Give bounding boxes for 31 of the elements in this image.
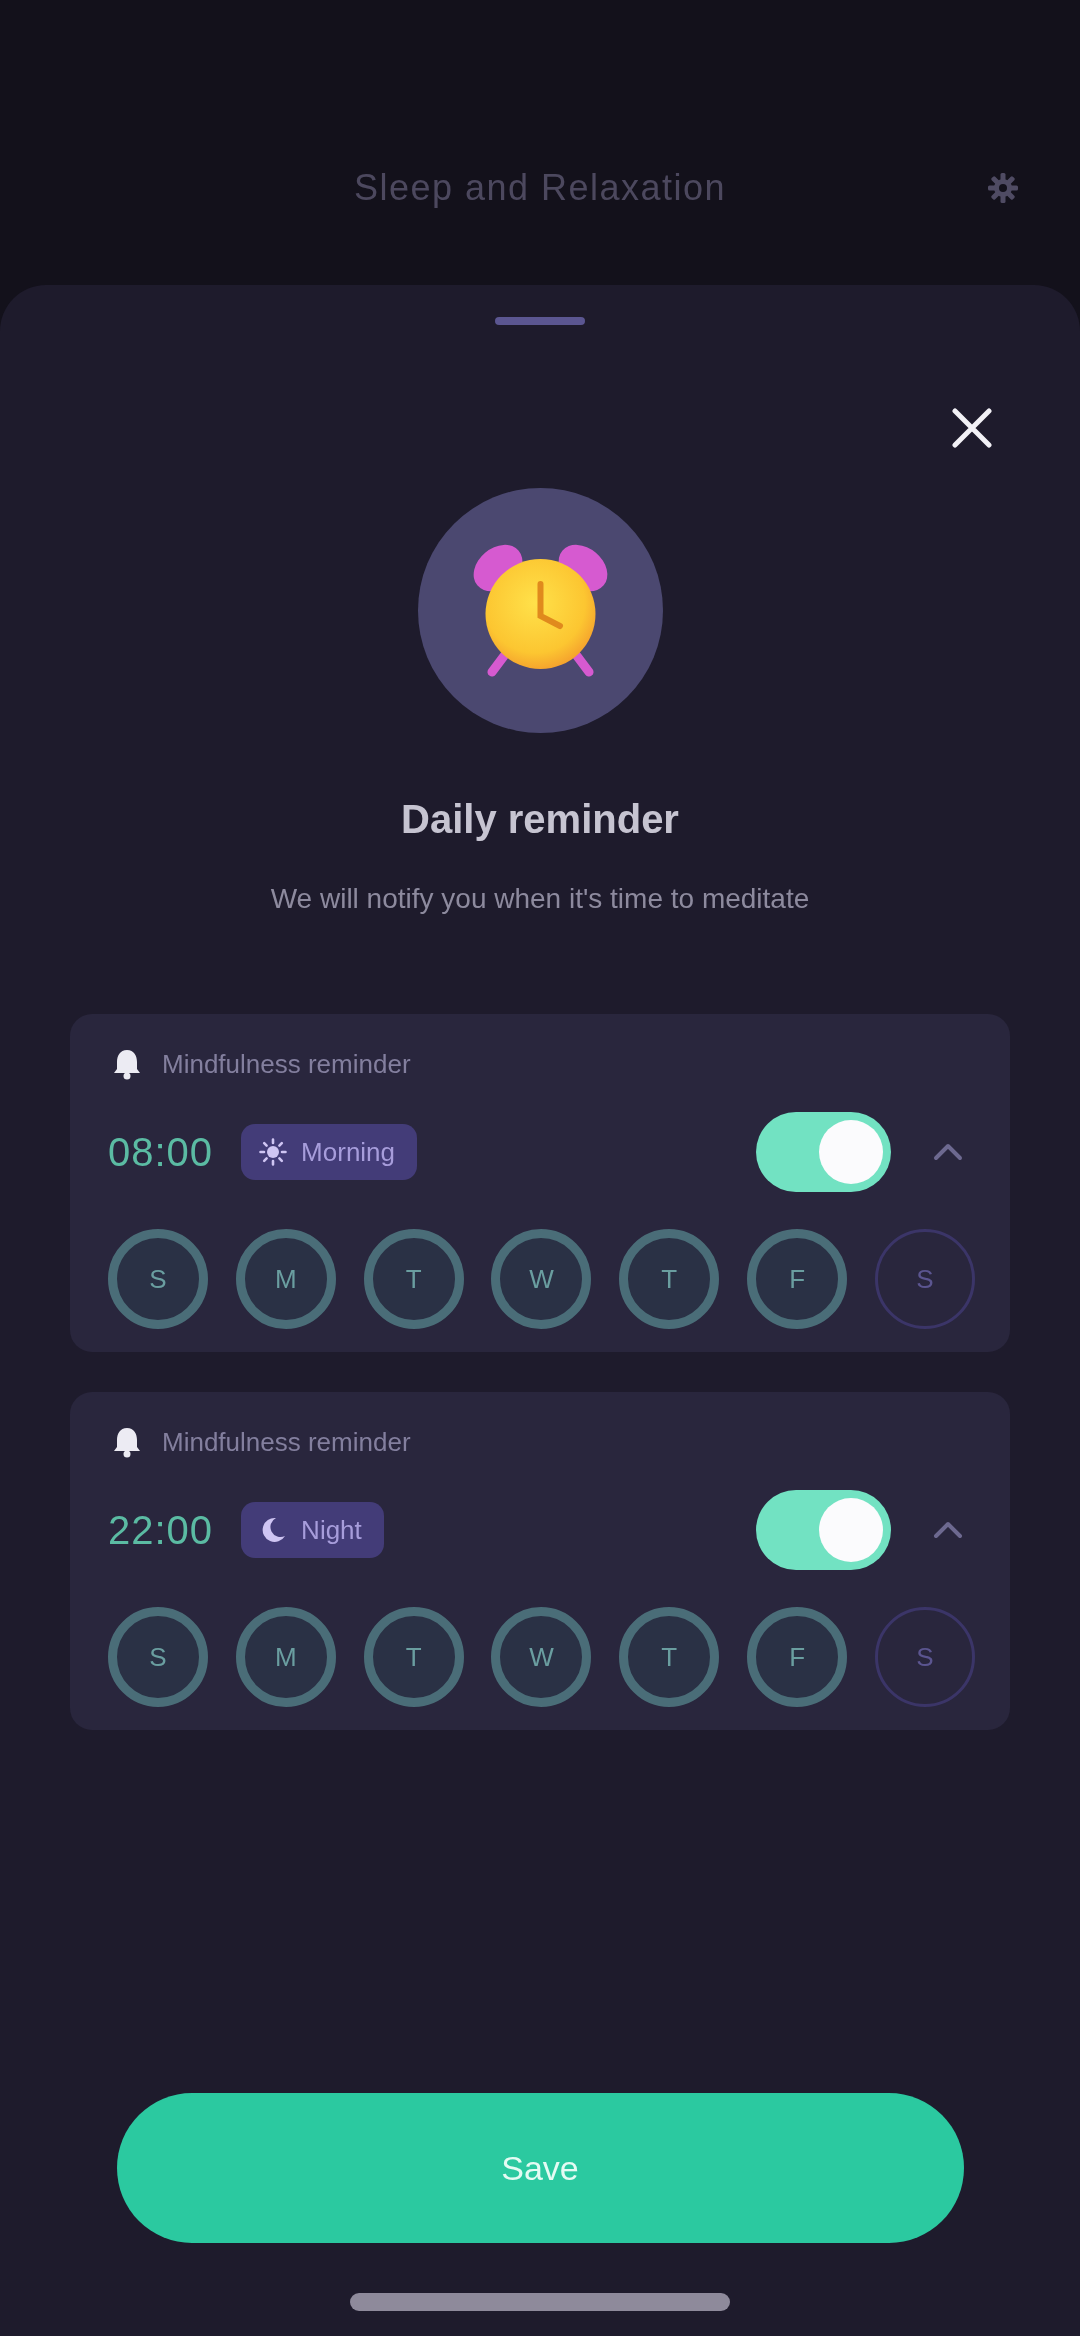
drag-handle[interactable] <box>495 317 585 325</box>
day-toggle[interactable]: S <box>874 1229 975 1329</box>
reminder-label: Mindfulness reminder <box>162 1426 411 1458</box>
day-toggle[interactable]: S <box>108 1229 208 1329</box>
day-toggle[interactable]: W <box>491 1229 592 1329</box>
bell-icon <box>112 1426 142 1458</box>
time-value[interactable]: 22:00 <box>108 1507 214 1553</box>
reminder-label: Mindfulness reminder <box>162 1048 411 1080</box>
bell-icon <box>112 1048 142 1080</box>
day-toggle[interactable]: T <box>363 1607 464 1707</box>
alarm-clock-icon <box>417 488 663 733</box>
chevron-up-icon[interactable] <box>933 1519 963 1541</box>
day-toggle[interactable]: T <box>363 1229 464 1329</box>
close-icon[interactable] <box>952 408 992 448</box>
day-toggle[interactable]: W <box>491 1607 592 1707</box>
day-toggle[interactable]: T <box>619 1229 720 1329</box>
day-toggle[interactable]: M <box>235 1607 336 1707</box>
period-label: Morning <box>301 1136 396 1168</box>
chevron-up-icon[interactable] <box>933 1141 963 1163</box>
time-value[interactable]: 08:00 <box>108 1129 214 1175</box>
day-toggle[interactable]: T <box>619 1607 720 1707</box>
sheet-subtitle: We will notify you when it's time to meditate <box>270 882 810 916</box>
day-toggle[interactable]: M <box>235 1229 336 1329</box>
day-toggle[interactable]: S <box>108 1607 208 1707</box>
day-toggle[interactable]: F <box>747 1229 848 1329</box>
sun-icon <box>259 1138 288 1166</box>
period-label: Night <box>301 1514 362 1546</box>
day-toggle[interactable]: S <box>874 1607 975 1707</box>
screen-title: Sleep and Relaxation <box>353 167 727 209</box>
day-toggle[interactable]: F <box>747 1607 848 1707</box>
sheet-title: Daily reminder <box>401 796 679 843</box>
